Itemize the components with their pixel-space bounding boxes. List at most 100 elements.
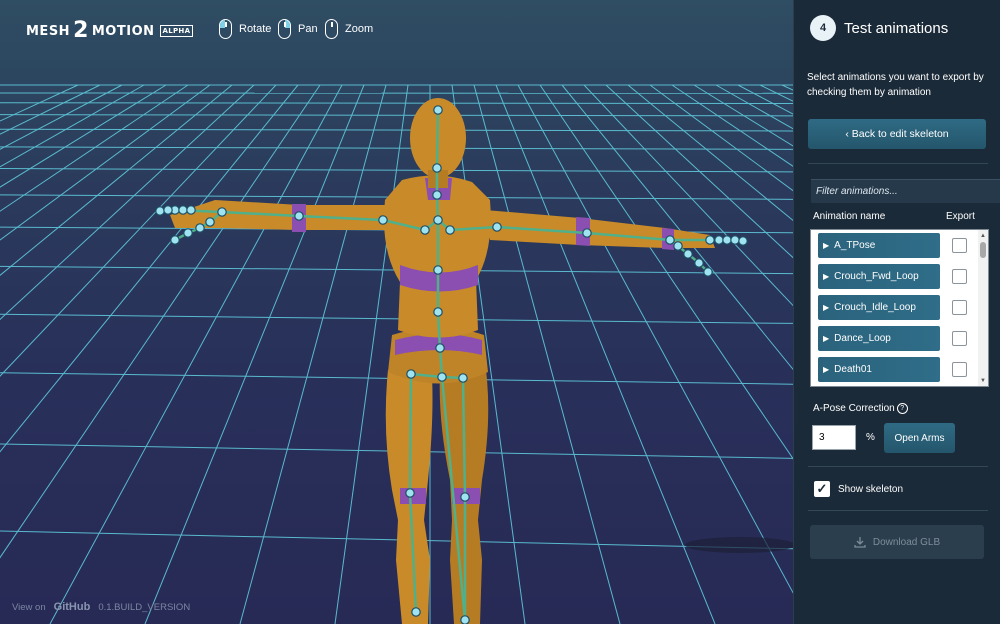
play-icon: ▶ bbox=[823, 241, 830, 250]
skeleton-joint[interactable] bbox=[163, 205, 173, 215]
play-animation-button[interactable]: ▶ Crouch_Idle_Loop bbox=[818, 295, 940, 320]
filter-animations-input[interactable] bbox=[811, 179, 1000, 203]
skeleton-joint[interactable] bbox=[492, 222, 502, 232]
skeleton-joint[interactable] bbox=[694, 258, 704, 268]
play-icon: ▶ bbox=[823, 303, 830, 312]
pan-hint: Pan bbox=[278, 19, 318, 39]
instructions-text: Select animations you want to export by … bbox=[807, 72, 984, 98]
scroll-down-icon[interactable]: ▼ bbox=[980, 378, 986, 384]
skeleton-joint[interactable] bbox=[186, 205, 196, 215]
skeleton-joint[interactable] bbox=[665, 235, 675, 245]
skeleton-joint[interactable] bbox=[406, 369, 416, 379]
github-link[interactable]: GitHub bbox=[54, 601, 91, 613]
divider bbox=[808, 163, 988, 164]
play-animation-button[interactable]: ▶ Crouch_Fwd_Loop bbox=[818, 264, 940, 289]
skeleton-joint[interactable] bbox=[155, 206, 165, 216]
export-checkbox[interactable] bbox=[952, 331, 967, 346]
show-skeleton-toggle[interactable]: ✓ Show skeleton bbox=[814, 481, 903, 497]
grid-line bbox=[0, 84, 211, 241]
skeleton-joint[interactable] bbox=[738, 236, 748, 246]
skeleton-joint[interactable] bbox=[420, 225, 430, 235]
skeleton-joint[interactable] bbox=[460, 615, 470, 624]
skeleton-joint[interactable] bbox=[458, 373, 468, 383]
skeleton-joint[interactable] bbox=[730, 235, 740, 245]
logo-text: MOTION bbox=[91, 23, 155, 39]
step-number-badge: 4 bbox=[810, 15, 836, 41]
list-item: ▶ Dance_Loop bbox=[811, 323, 988, 354]
download-glb-button[interactable]: Download GLB bbox=[810, 525, 984, 559]
skeleton-joint[interactable] bbox=[411, 607, 421, 617]
play-icon: ▶ bbox=[823, 334, 830, 343]
step-header: 4 Test animations bbox=[810, 15, 948, 41]
alpha-badge: ALPHA bbox=[159, 25, 194, 37]
back-to-edit-skeleton-button[interactable]: ‹ Back to edit skeleton bbox=[808, 119, 986, 149]
animation-name: Crouch_Fwd_Loop bbox=[834, 271, 919, 282]
grid-line bbox=[0, 84, 79, 122]
skeleton-joint[interactable] bbox=[378, 215, 388, 225]
skeleton-joint[interactable] bbox=[178, 205, 188, 215]
grid-line bbox=[0, 128, 793, 132]
zoom-hint: Zoom bbox=[325, 19, 373, 39]
export-checkbox[interactable] bbox=[952, 269, 967, 284]
skeleton-joint[interactable] bbox=[432, 163, 442, 173]
export-checkbox[interactable] bbox=[952, 238, 967, 253]
play-animation-button[interactable]: ▶ Dance_Loop bbox=[818, 326, 940, 351]
skeleton-joint[interactable] bbox=[435, 343, 445, 353]
list-item: ▶ A_TPose bbox=[811, 230, 988, 261]
download-label: Download GLB bbox=[872, 536, 941, 548]
open-arms-button[interactable]: Open Arms bbox=[884, 423, 955, 453]
rotate-hint: Rotate bbox=[219, 19, 271, 39]
column-header-export: Export bbox=[946, 211, 975, 222]
mouse-right-button-icon bbox=[278, 19, 291, 39]
play-animation-button[interactable]: ▶ A_TPose bbox=[818, 233, 940, 258]
skeleton-joint[interactable] bbox=[183, 228, 193, 238]
mouse-scroll-icon bbox=[325, 19, 338, 39]
list-item: ▶ Crouch_Fwd_Loop bbox=[811, 261, 988, 292]
scroll-up-icon[interactable]: ▲ bbox=[980, 233, 986, 239]
hint-label: Zoom bbox=[345, 23, 374, 35]
show-skeleton-label: Show skeleton bbox=[838, 483, 904, 495]
footer-note: View on GitHub 0.1.BUILD_VERSION bbox=[12, 601, 190, 613]
scene-canvas[interactable] bbox=[0, 0, 793, 624]
skeleton-joint[interactable] bbox=[437, 372, 447, 382]
grid-line bbox=[0, 313, 793, 324]
skeleton-joint[interactable] bbox=[433, 215, 443, 225]
apose-correction-label: A-Pose Correction ? bbox=[813, 403, 908, 414]
play-animation-button[interactable]: ▶ Death01 bbox=[818, 357, 940, 382]
skeleton-joint[interactable] bbox=[432, 190, 442, 200]
skeleton-joint[interactable] bbox=[433, 265, 443, 275]
help-icon[interactable]: ? bbox=[896, 403, 908, 414]
show-skeleton-checkbox[interactable]: ✓ bbox=[814, 481, 830, 497]
list-scrollbar[interactable]: ▲ ▼ bbox=[978, 230, 988, 386]
step-title: Test animations bbox=[844, 19, 949, 37]
skeleton-joint[interactable] bbox=[217, 207, 227, 217]
skeleton-joint[interactable] bbox=[294, 211, 304, 221]
skeleton-joint[interactable] bbox=[703, 267, 713, 277]
skeleton-joint[interactable] bbox=[714, 235, 724, 245]
skeleton-joint[interactable] bbox=[673, 241, 683, 251]
animation-list[interactable]: ▶ A_TPose ▶ Crouch_Fwd_Loop ▶ Crouch_Idle_L… bbox=[810, 229, 989, 387]
export-checkbox[interactable] bbox=[952, 362, 967, 377]
column-header-name: Animation name bbox=[813, 211, 886, 222]
skeleton-joint[interactable] bbox=[205, 217, 215, 227]
export-checkbox[interactable] bbox=[952, 300, 967, 315]
skeleton-joint[interactable] bbox=[433, 105, 443, 115]
skeleton-joint[interactable] bbox=[433, 307, 443, 317]
divider bbox=[808, 510, 988, 511]
apose-correction-input[interactable] bbox=[812, 425, 856, 450]
3d-viewport[interactable]: MESH 2 MOTION ALPHA Rotate Pan Zoom View… bbox=[0, 0, 793, 624]
skeleton-joint[interactable] bbox=[705, 235, 715, 245]
skeleton-joint[interactable] bbox=[195, 223, 205, 233]
hint-label: Rotate bbox=[239, 23, 272, 35]
scrollbar-thumb[interactable] bbox=[980, 242, 986, 258]
skeleton-joint[interactable] bbox=[683, 249, 693, 259]
skeleton-joint[interactable] bbox=[405, 488, 415, 498]
skeleton-joint[interactable] bbox=[582, 228, 592, 238]
side-panel: 4 Test animations Select animations you … bbox=[793, 0, 1000, 624]
skeleton-joint[interactable] bbox=[460, 492, 470, 502]
skeleton-joint[interactable] bbox=[722, 235, 732, 245]
skeleton-joint[interactable] bbox=[445, 225, 455, 235]
grid-line bbox=[0, 84, 101, 135]
skeleton-joint[interactable] bbox=[170, 235, 180, 245]
grid-line bbox=[0, 84, 123, 150]
